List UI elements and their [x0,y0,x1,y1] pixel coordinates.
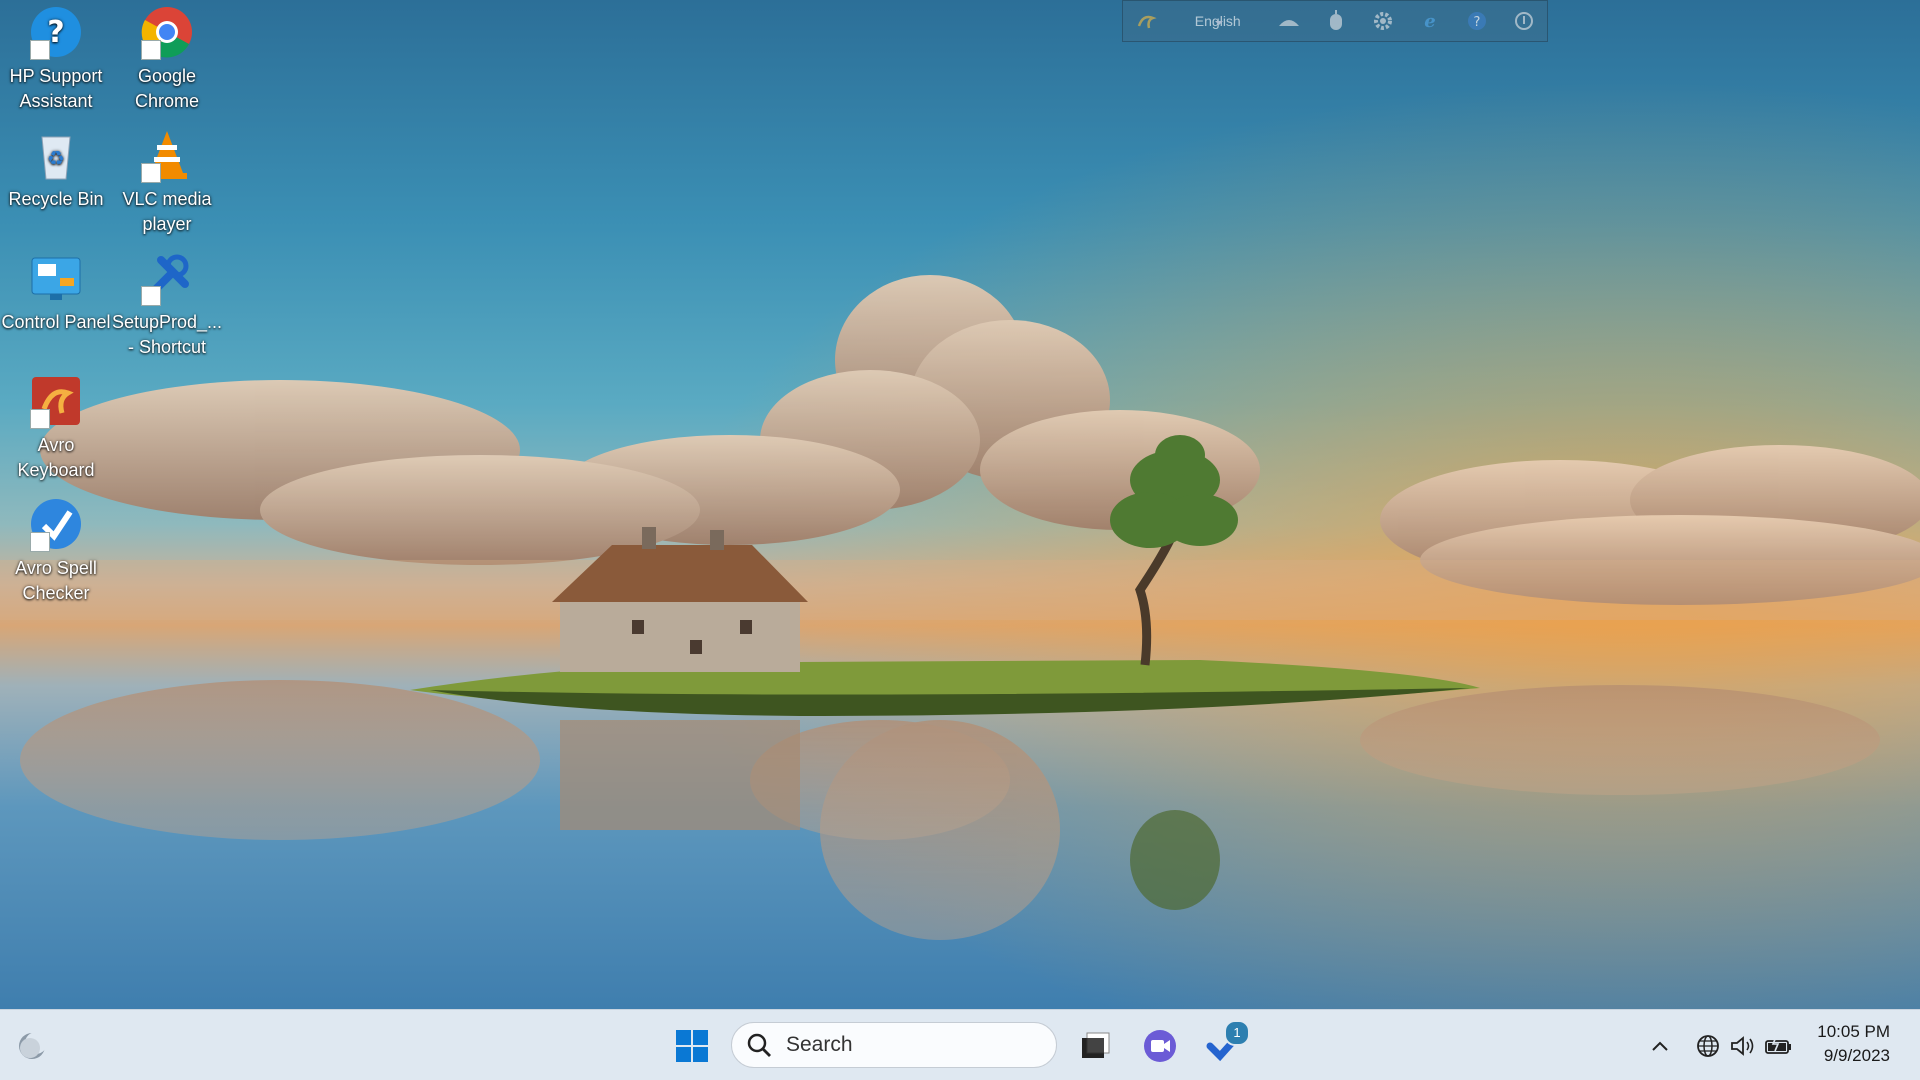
network-button[interactable] [1692,1030,1724,1062]
start-button[interactable] [670,1024,714,1068]
web-icon[interactable]: e [1406,1,1453,41]
search-placeholder: Search [786,1033,853,1056]
widgets-button[interactable] [14,1028,50,1064]
volume-button[interactable] [1727,1030,1759,1062]
svg-text:e: e [1424,11,1435,32]
desktop-icon-avro-spell-checker[interactable]: Avro Spell Checker [0,492,112,606]
desktop-icon-label: Google Chrome [134,66,200,111]
shortcut-arrow-icon [30,40,50,60]
keyboard-layout-icon[interactable] [1266,1,1313,41]
hp-support-assistant-icon: ? [28,4,84,60]
taskbar-search-box[interactable]: Search [731,1022,1057,1068]
clock-time: 10:05 PM [1817,1022,1890,1041]
shortcut-arrow-icon [30,409,50,429]
desktop-icon-label: Avro Spell Checker [15,558,97,603]
task-view-button[interactable] [1073,1024,1117,1068]
wallpaper-scene [0,0,1920,1009]
shortcut-arrow-icon [141,40,161,60]
desktop-wallpaper [0,0,1920,1009]
shortcut-arrow-icon [141,286,161,306]
todo-app-button[interactable]: 1 [1202,1020,1250,1068]
avro-logo-icon[interactable] [1123,1,1170,41]
windows-logo-icon [676,1030,708,1062]
teams-chat-button[interactable] [1138,1024,1182,1068]
clock-date: 9/9/2023 [1823,1046,1890,1065]
desktop-icon-label: Control Panel [1,312,111,332]
desktop-icon-control-panel[interactable]: Control Panel [0,246,112,335]
svg-text:?: ? [1473,15,1480,30]
svg-text:♻: ♻ [47,146,65,170]
desktop-icon-recycle-bin[interactable]: ♻ Recycle Bin [0,123,112,212]
language-selector[interactable]: English [1170,1,1266,41]
desktop-icon-setupprod-shortcut[interactable]: SetupProd_... - Shortcut [111,246,223,360]
help-icon[interactable]: ? [1453,1,1500,41]
speaker-icon [1731,1036,1754,1056]
search-icon [747,1033,771,1057]
desktop-icon-label: SetupProd_... - Shortcut [111,312,223,357]
desktop-icon-google-chrome[interactable]: Google Chrome [111,0,223,114]
battery-charging-icon [1765,1036,1791,1054]
tools-wrench-icon [139,250,195,306]
avro-language-bar[interactable]: English e ? [1122,0,1548,42]
about-icon[interactable] [1500,1,1547,41]
recycle-bin-icon: ♻ [28,127,84,183]
chevron-up-icon [1652,1041,1668,1051]
desktop-icon-label: Avro Keyboard [17,435,95,480]
taskbar: Search 1 10:05 PM 9/9/2023 [0,1009,1920,1080]
vlc-cone-icon [139,127,195,183]
desktop-icon-vlc[interactable]: VLC media player [111,123,223,237]
notification-badge: 1 [1224,1020,1250,1046]
shortcut-arrow-icon [141,163,161,183]
desktop-icon-hp-support-assistant[interactable]: ? HP Support Assistant [0,0,112,114]
globe-icon [1697,1035,1719,1057]
mouse-icon[interactable] [1313,1,1360,41]
system-clock[interactable]: 10:05 PM 9/9/2023 [1817,1020,1890,1068]
avro-keyboard-icon [28,373,84,429]
settings-gear-icon[interactable] [1359,1,1406,41]
desktop-icon-avro-keyboard[interactable]: Avro Keyboard [0,369,112,483]
desktop-icon-label: VLC media player [122,189,212,234]
control-panel-icon [28,250,84,306]
battery-button[interactable] [1762,1030,1796,1062]
shortcut-arrow-icon [30,532,50,552]
video-chat-icon [1144,1030,1176,1062]
desktop-icon-label: Recycle Bin [8,189,104,209]
spell-checker-check-icon [28,496,84,552]
weather-moon-icon [19,1032,47,1059]
chrome-icon [139,4,195,60]
task-view-icon [1082,1032,1110,1058]
show-hidden-icons-button[interactable] [1644,1030,1676,1062]
desktop-icon-label: HP Support Assistant [9,66,103,111]
